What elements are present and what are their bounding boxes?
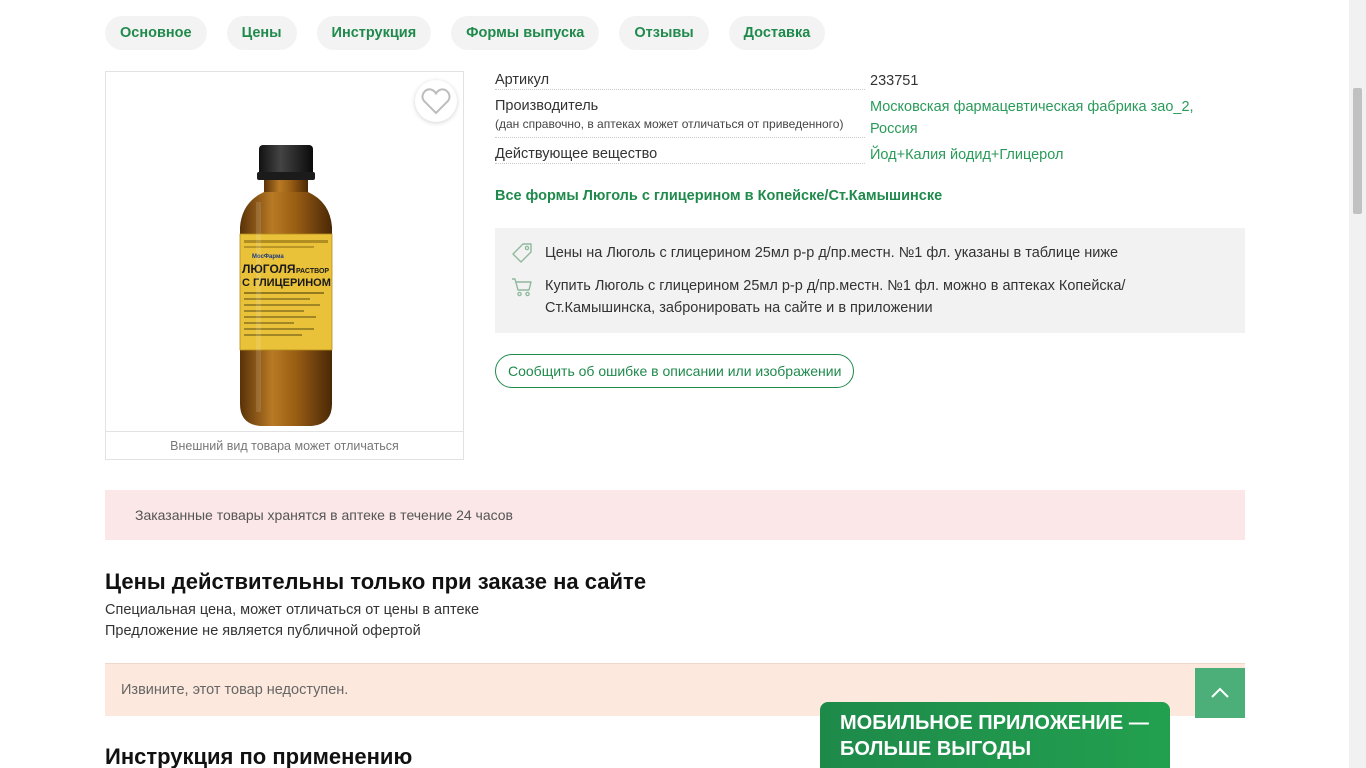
- page-scrollbar[interactable]: [1349, 0, 1366, 768]
- manufacturer-country: Россия: [870, 121, 918, 137]
- info-box: Цены на Люголь с глицерином 25мл р-р д/п…: [495, 228, 1245, 333]
- buy-info-line2: Ст.Камышинска, забронировать на сайте и …: [545, 300, 933, 316]
- buy-info-line1: Купить Люголь с глицерином 25мл р-р д/пр…: [545, 278, 1126, 294]
- label-line2: С ГЛИЦЕРИНОМ: [242, 277, 331, 289]
- attr-value-sku: 233751: [870, 73, 919, 89]
- storage-notice: Заказанные товары хранятся в аптеке в те…: [105, 490, 1245, 540]
- attr-label-active-substance: Действующее вещество: [495, 146, 865, 164]
- price-tag-icon: [512, 243, 532, 263]
- tab-release-forms[interactable]: Формы выпуска: [451, 16, 600, 50]
- tab-prices[interactable]: Цены: [226, 16, 297, 50]
- chevron-up-icon: [1211, 687, 1229, 698]
- mobile-app-banner[interactable]: МОБИЛЬНОЕ ПРИЛОЖЕНИЕ — БОЛЬШЕ ВЫГОДЫ: [820, 702, 1170, 768]
- image-caption: Внешний вид товара может отличаться: [106, 431, 463, 459]
- attr-note-manufacturer: (дан справочно, в аптеках может отличать…: [495, 117, 844, 131]
- label-line1: ЛЮГОЛЯ: [242, 262, 296, 276]
- tab-main[interactable]: Основное: [105, 16, 207, 50]
- buy-info-text: Купить Люголь с глицерином 25мл р-р д/пр…: [545, 275, 1125, 319]
- product-image[interactable]: МосФарма ЛЮГОЛЯ РАСТВОР С ГЛИЦЕРИНОМ: [106, 72, 463, 432]
- app-banner-line1: МОБИЛЬНОЕ ПРИЛОЖЕНИЕ —: [840, 712, 1149, 734]
- section-tabs: Основное Цены Инструкция Формы выпуска О…: [105, 16, 826, 50]
- tab-instruction[interactable]: Инструкция: [316, 16, 432, 50]
- attr-value-manufacturer[interactable]: Московская фармацевтическая фабрика зао_…: [870, 96, 1230, 140]
- scrollbar-thumb[interactable]: [1353, 88, 1362, 214]
- tab-reviews[interactable]: Отзывы: [619, 16, 709, 50]
- add-to-favorites-button[interactable]: [415, 80, 457, 122]
- product-image-card: МосФарма ЛЮГОЛЯ РАСТВОР С ГЛИЦЕРИНОМ Вне…: [105, 71, 464, 460]
- attr-label-sku: Артикул: [495, 72, 865, 90]
- heart-icon: [421, 88, 451, 115]
- attr-label-manufacturer-text: Производитель: [495, 98, 599, 114]
- instruction-section-title: Инструкция по применению: [105, 744, 413, 768]
- report-error-button[interactable]: Сообщить об ошибке в описании или изобра…: [495, 354, 855, 388]
- prices-section-title: Цены действительны только при заказе на …: [105, 569, 647, 594]
- manufacturer-name: Московская фармацевтическая фабрика зао_…: [870, 99, 1194, 115]
- prices-note-offer: Предложение не является публичной оферто…: [105, 623, 421, 639]
- attr-value-active-substance[interactable]: Йод+Калия йодид+Глицерол: [870, 144, 1230, 166]
- product-bottle-image: МосФарма ЛЮГОЛЯ РАСТВОР С ГЛИЦЕРИНОМ: [239, 145, 333, 426]
- prices-info-text: Цены на Люголь с глицерином 25мл р-р д/п…: [545, 245, 1119, 261]
- attr-label-manufacturer: Производитель (дан справочно, в аптеках …: [495, 98, 865, 138]
- prices-note-special: Специальная цена, может отличаться от це…: [105, 602, 480, 618]
- tab-delivery[interactable]: Доставка: [728, 16, 826, 50]
- cart-icon: [512, 278, 532, 297]
- scroll-to-top-button[interactable]: [1195, 668, 1245, 718]
- app-banner-line2: БОЛЬШЕ ВЫГОДЫ: [840, 738, 1032, 760]
- label-line1b: РАСТВОР: [296, 268, 329, 275]
- all-forms-link[interactable]: Все формы Люголь с глицерином в Копейске…: [495, 188, 942, 204]
